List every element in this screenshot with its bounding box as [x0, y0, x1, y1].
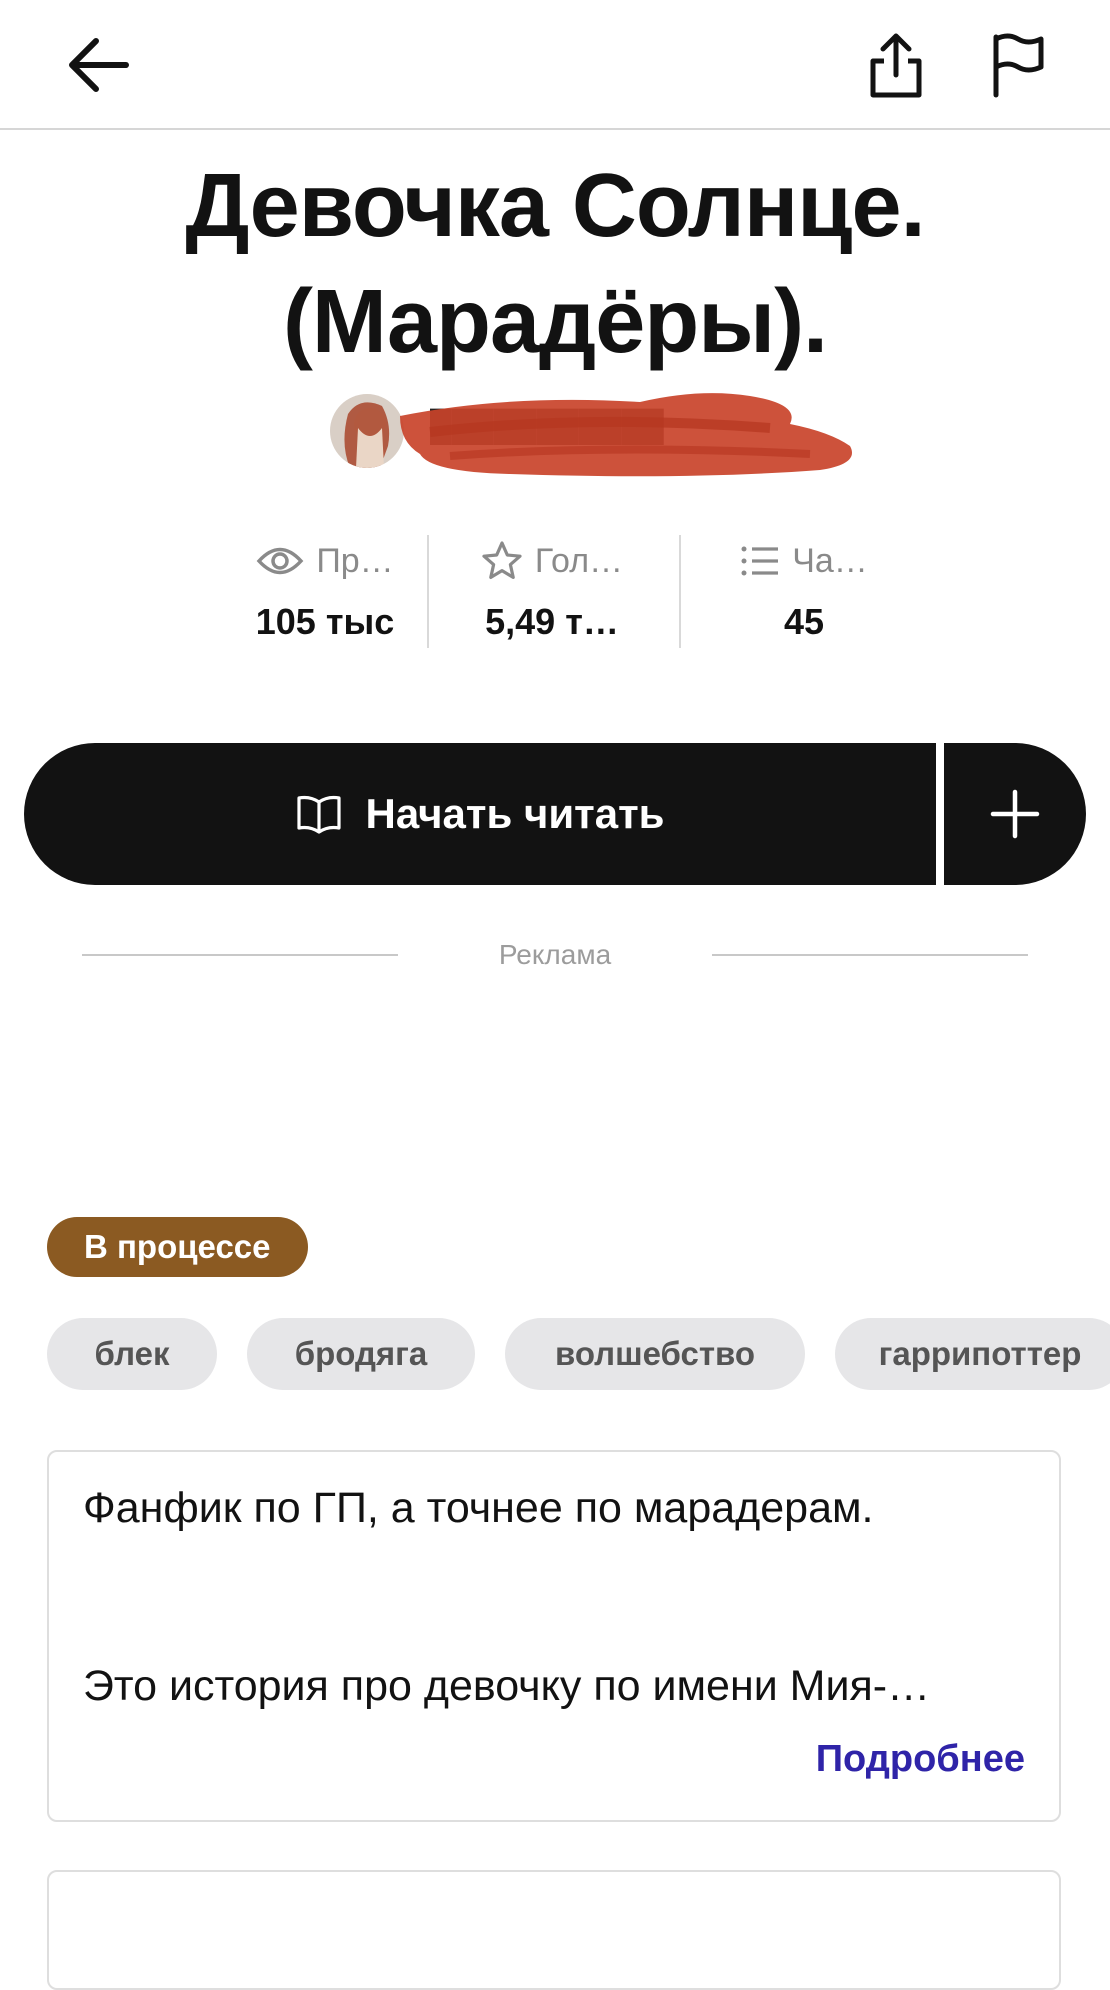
share-button[interactable] [856, 22, 936, 108]
arrow-left-icon [69, 38, 129, 92]
start-reading-label: Начать читать [365, 790, 665, 837]
stat-label: Ча… [792, 541, 868, 580]
back-button[interactable] [52, 22, 142, 108]
share-icon [870, 33, 922, 98]
divider [712, 954, 1028, 956]
start-reading-button[interactable]: Начать читать [24, 743, 936, 885]
ad-separator: Реклама [82, 935, 1028, 975]
description-text: Фанфик по ГП, а точнее по марадерам. [83, 1484, 874, 1532]
author-row[interactable]: ███████████ [330, 390, 852, 477]
story-stats: Пр… 105 тыс Гол… 5,49 т… Ча… 45 [200, 535, 900, 650]
story-title: Девочка Солнце. (Марадёры). [185, 156, 925, 372]
stat-value: 105 тыс [255, 601, 395, 642]
tag-chip[interactable]: бродяга [247, 1318, 475, 1390]
list-icon [741, 546, 779, 576]
stat-label: Пр… [316, 541, 394, 580]
stat-value: 45 [783, 601, 825, 642]
stat-value: 5,49 т… [485, 601, 619, 642]
stat-votes: Гол… 5,49 т… [427, 535, 677, 650]
eye-icon [256, 547, 304, 575]
stat-views: Пр… 105 тыс [200, 535, 450, 650]
stat-label: Гол… [534, 541, 624, 580]
star-icon [482, 541, 522, 579]
description-text: Это история про девочку по имени Мия-… [83, 1662, 931, 1710]
add-to-library-button[interactable] [944, 743, 1086, 885]
top-bar [0, 0, 1110, 130]
read-more-link[interactable]: Подробнее [816, 1738, 1025, 1781]
status-badge: В процессе [47, 1217, 308, 1277]
tag-list: блек бродяга волшебство гаррипоттер [47, 1318, 1110, 1390]
tag-chip[interactable]: гаррипоттер [835, 1318, 1110, 1390]
redaction-scribble [400, 393, 852, 477]
tag-chip[interactable]: волшебство [505, 1318, 805, 1390]
flag-icon [993, 33, 1044, 98]
book-icon [296, 795, 341, 834]
plus-icon [990, 789, 1040, 839]
tag-chip[interactable]: блек [47, 1318, 217, 1390]
report-flag-button[interactable] [978, 22, 1058, 108]
next-card [47, 1870, 1061, 1990]
description-card: Фанфик по ГП, а точнее по марадерам. Это… [47, 1450, 1061, 1822]
stat-parts: Ча… 45 [679, 535, 929, 650]
